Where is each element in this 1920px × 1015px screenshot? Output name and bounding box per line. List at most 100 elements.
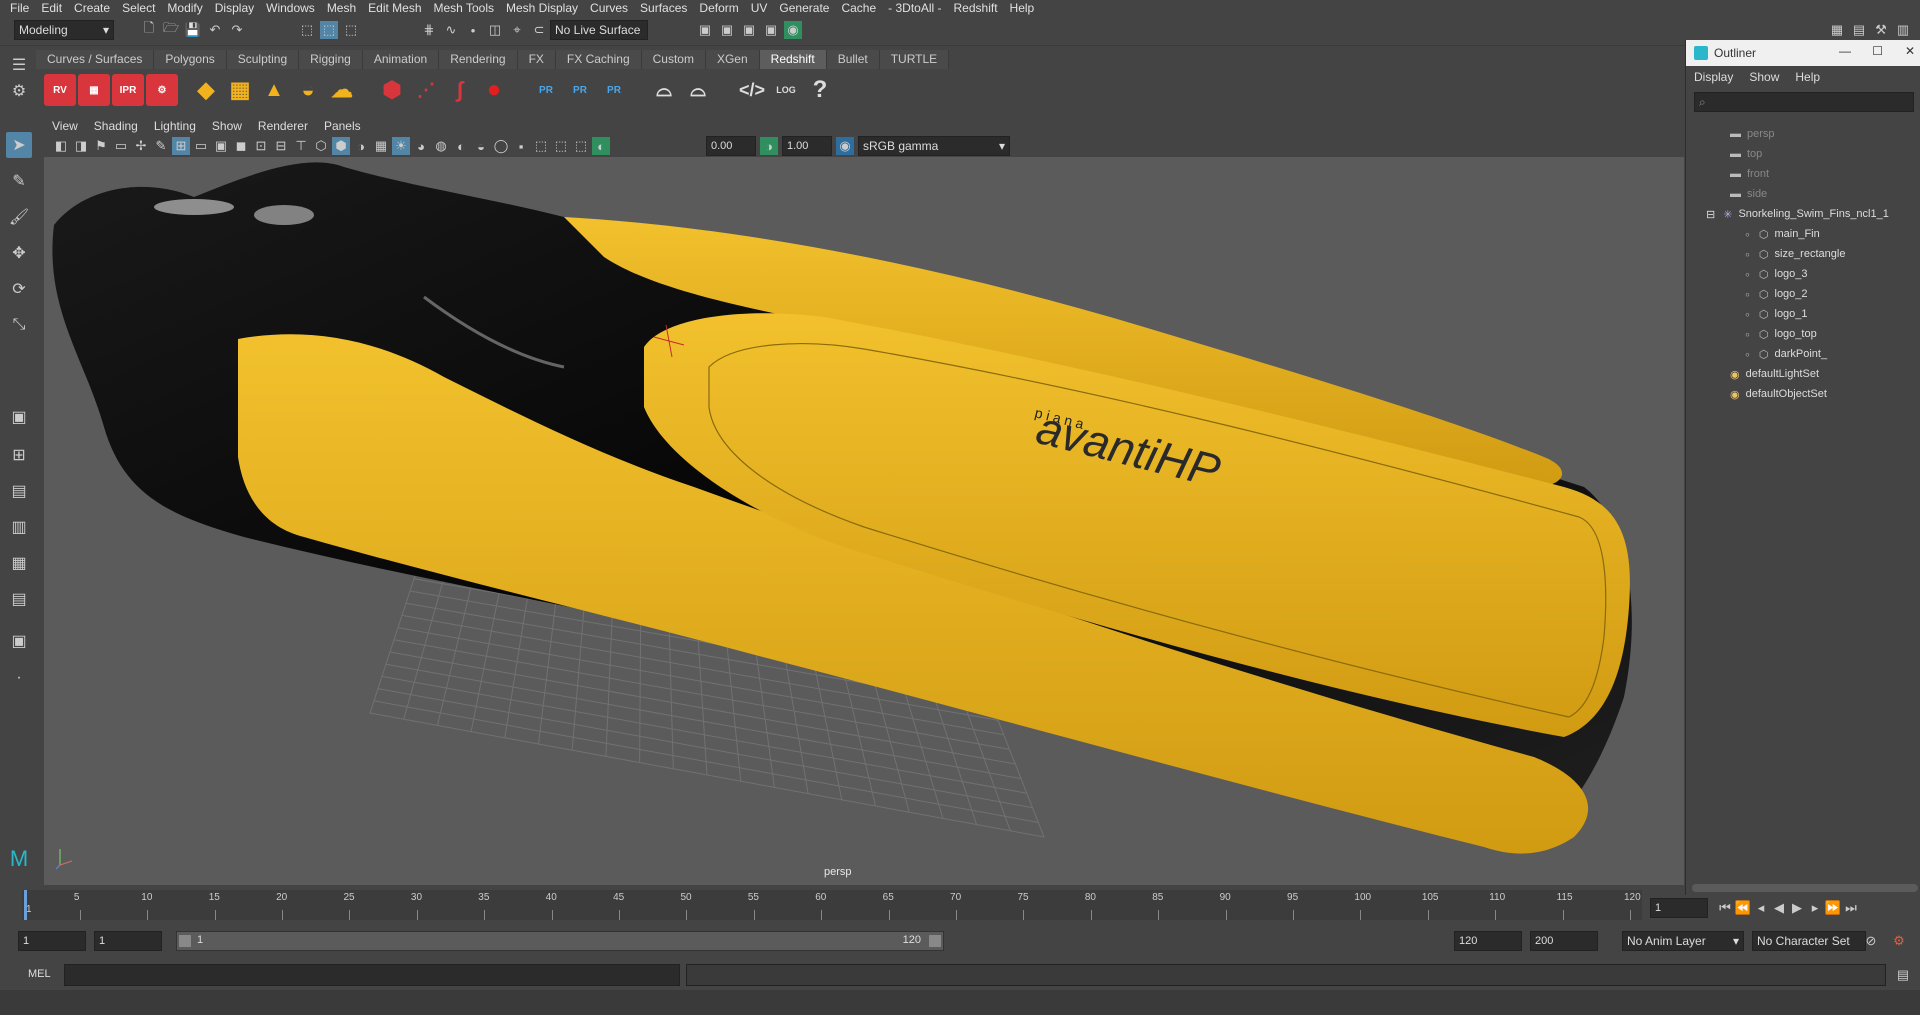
default-material-icon[interactable]: ◑ [352, 137, 370, 155]
swim-fin-model[interactable]: p i a n a avantiHP [52, 162, 1632, 854]
shadows-icon[interactable]: ◕ [412, 137, 430, 155]
outliner-search-input[interactable]: ⌕ [1694, 92, 1914, 112]
menu-edit[interactable]: Edit [35, 1, 68, 15]
shelf-tab-redshift[interactable]: Redshift [759, 50, 827, 69]
color-management-icon[interactable]: ◉ [836, 137, 854, 155]
redshift-grid-icon[interactable]: ▦ [224, 74, 256, 106]
playback-start-field[interactable]: 1 [94, 931, 162, 951]
layout-side-icon[interactable]: ▥ [6, 514, 32, 540]
menu-display[interactable]: Display [209, 1, 260, 15]
menu-uv[interactable]: UV [745, 1, 774, 15]
layout-uv-icon[interactable]: ▣ [6, 628, 32, 654]
shelf-tab-fx-caching[interactable]: FX Caching [555, 50, 642, 69]
redshift-pr-export-icon[interactable]: PR [564, 74, 596, 106]
resolution-gate-icon[interactable]: ▣ [212, 137, 230, 155]
menu-redshift[interactable]: Redshift [948, 1, 1004, 15]
range-end-handle[interactable] [929, 935, 941, 947]
mode-dropdown[interactable]: Modeling ▾ [14, 20, 114, 40]
rotate-tool-icon[interactable]: ⟳ [6, 276, 32, 302]
menu-cache[interactable]: Cache [835, 1, 882, 15]
camera-attributes-icon[interactable]: ◨ [72, 137, 90, 155]
help-icon[interactable]: ? [804, 74, 836, 106]
redshift-hair-icon[interactable]: ⋰ [410, 74, 442, 106]
redshift-pr-swap-icon[interactable]: PR [598, 74, 630, 106]
gate-mask-icon[interactable]: ◼ [232, 137, 250, 155]
redshift-bowl-alt-icon[interactable]: ⌓ [682, 74, 714, 106]
select-camera-icon[interactable]: ◧ [52, 137, 70, 155]
maximize-icon[interactable]: ☐ [1872, 44, 1883, 58]
play-forward-icon[interactable]: ▶ [1788, 899, 1806, 917]
outliner-menu-display[interactable]: Display [1694, 70, 1749, 84]
shelf-tab-bullet[interactable]: Bullet [826, 50, 880, 69]
safe-title-icon[interactable]: ⊤ [292, 137, 310, 155]
menu-mesh-tools[interactable]: Mesh Tools [428, 1, 500, 15]
menu-3dtoall[interactable]: - 3DtoAll - [882, 1, 947, 15]
shelf-tab-polygons[interactable]: Polygons [154, 50, 227, 69]
time-slider[interactable]: 1 5 10 15 20 25 30 35 40 45 50 55 60 65 70 75 80 85 90 95 10… [22, 890, 1642, 920]
attribute-editor-icon[interactable]: ▤ [1850, 21, 1868, 39]
menu-modify[interactable]: Modify [161, 1, 208, 15]
step-forward-key-icon[interactable]: ⏩ [1824, 899, 1842, 917]
exposure-field[interactable]: 0.00 [706, 136, 756, 156]
script-editor-icon[interactable]: ▤ [1894, 966, 1912, 984]
redshift-code-icon[interactable]: </> [736, 74, 768, 106]
gamma-icon[interactable]: ◑ [760, 137, 778, 155]
step-forward-frame-icon[interactable]: ▸ [1806, 899, 1824, 917]
shelf-tab-animation[interactable]: Animation [362, 50, 440, 69]
outliner-item-logo-2[interactable]: ∘ ⬡ logo_2 [1744, 284, 1808, 304]
panel-menu-renderer[interactable]: Renderer [250, 119, 316, 133]
outliner-item-size-rectangle[interactable]: ∘ ⬡ size_rectangle [1744, 244, 1845, 264]
outliner-item-logo-3[interactable]: ∘ ⬡ logo_3 [1744, 264, 1808, 284]
layout-outliner-icon[interactable]: ▤ [6, 478, 32, 504]
outliner-item-defaultobjectset[interactable]: ◉ defaultObjectSet [1730, 384, 1827, 404]
anti-aliasing-icon[interactable]: ◒ [472, 137, 490, 155]
xray-joints-icon[interactable]: ⬚ [552, 137, 570, 155]
current-frame-field[interactable]: 1 [1650, 898, 1708, 918]
redshift-volume-icon[interactable]: ⬢ [376, 74, 408, 106]
new-scene-icon[interactable]: 🗋 [140, 20, 158, 39]
depth-of-field-icon[interactable]: ◯ [492, 137, 510, 155]
menu-file[interactable]: File [4, 1, 35, 15]
use-all-lights-icon[interactable]: ☀ [392, 137, 410, 155]
layout-stack-icon[interactable]: ▤ [6, 586, 32, 612]
preferences-icon[interactable]: ⚙ [1890, 932, 1908, 950]
menu-mesh-display[interactable]: Mesh Display [500, 1, 584, 15]
outliner-menu-help[interactable]: Help [1795, 70, 1836, 84]
shelf-tab-fx[interactable]: FX [517, 50, 556, 69]
wireframe-icon[interactable]: ⬡ [312, 137, 330, 155]
safe-action-icon[interactable]: ⊟ [272, 137, 290, 155]
save-scene-icon[interactable]: 💾 [184, 21, 202, 39]
xray-icon[interactable]: ⬚ [532, 137, 550, 155]
panel-menu-view[interactable]: View [44, 119, 86, 133]
minimize-icon[interactable]: — [1839, 44, 1851, 58]
paint-select-icon[interactable]: 🖌 [6, 204, 32, 230]
outliner-item-front[interactable]: ▬ front [1730, 164, 1769, 184]
redshift-settings-icon[interactable]: ⚙ [146, 74, 178, 106]
snap-view-plane-icon[interactable]: ◫ [486, 21, 504, 39]
redshift-bowl-icon[interactable]: ⌓ [648, 74, 680, 106]
redshift-snapshot-icon[interactable]: ▦ [78, 74, 110, 106]
smooth-shade-icon[interactable]: ⬢ [332, 137, 350, 155]
shelf-tab-rendering[interactable]: Rendering [439, 50, 518, 69]
snap-curve-icon[interactable]: ∿ [442, 21, 460, 39]
ipr-render-icon[interactable]: ▣ [718, 21, 736, 39]
snap-point-icon[interactable]: • [464, 21, 482, 39]
menu-mesh[interactable]: Mesh [321, 1, 362, 15]
shelf-tab-rigging[interactable]: Rigging [299, 50, 363, 69]
tool-settings-icon[interactable]: ⚒ [1872, 21, 1890, 39]
redshift-dome-light-icon[interactable]: ◒ [292, 74, 324, 106]
command-input[interactable] [64, 964, 680, 986]
menu-windows[interactable]: Windows [260, 1, 321, 15]
shelf-tab-turtle[interactable]: TURTLE [879, 50, 950, 69]
collapse-icon[interactable]: ⊟ [1706, 208, 1715, 221]
outliner-item-logo-top[interactable]: ∘ ⬡ logo_top [1744, 324, 1817, 344]
panel-menu-shading[interactable]: Shading [86, 119, 146, 133]
redshift-material-ball-icon[interactable]: ● [478, 74, 510, 106]
redshift-render-view-icon[interactable]: RV [44, 74, 76, 106]
2d-pan-zoom-icon[interactable]: ✢ [132, 137, 150, 155]
select-by-component-icon[interactable]: ⬚ [342, 21, 360, 39]
live-surface-field[interactable]: No Live Surface [550, 20, 648, 40]
menu-deform[interactable]: Deform [693, 1, 744, 15]
shelf-tab-xgen[interactable]: XGen [705, 50, 760, 69]
layer-editor-icon[interactable]: ☰ [1916, 21, 1920, 39]
